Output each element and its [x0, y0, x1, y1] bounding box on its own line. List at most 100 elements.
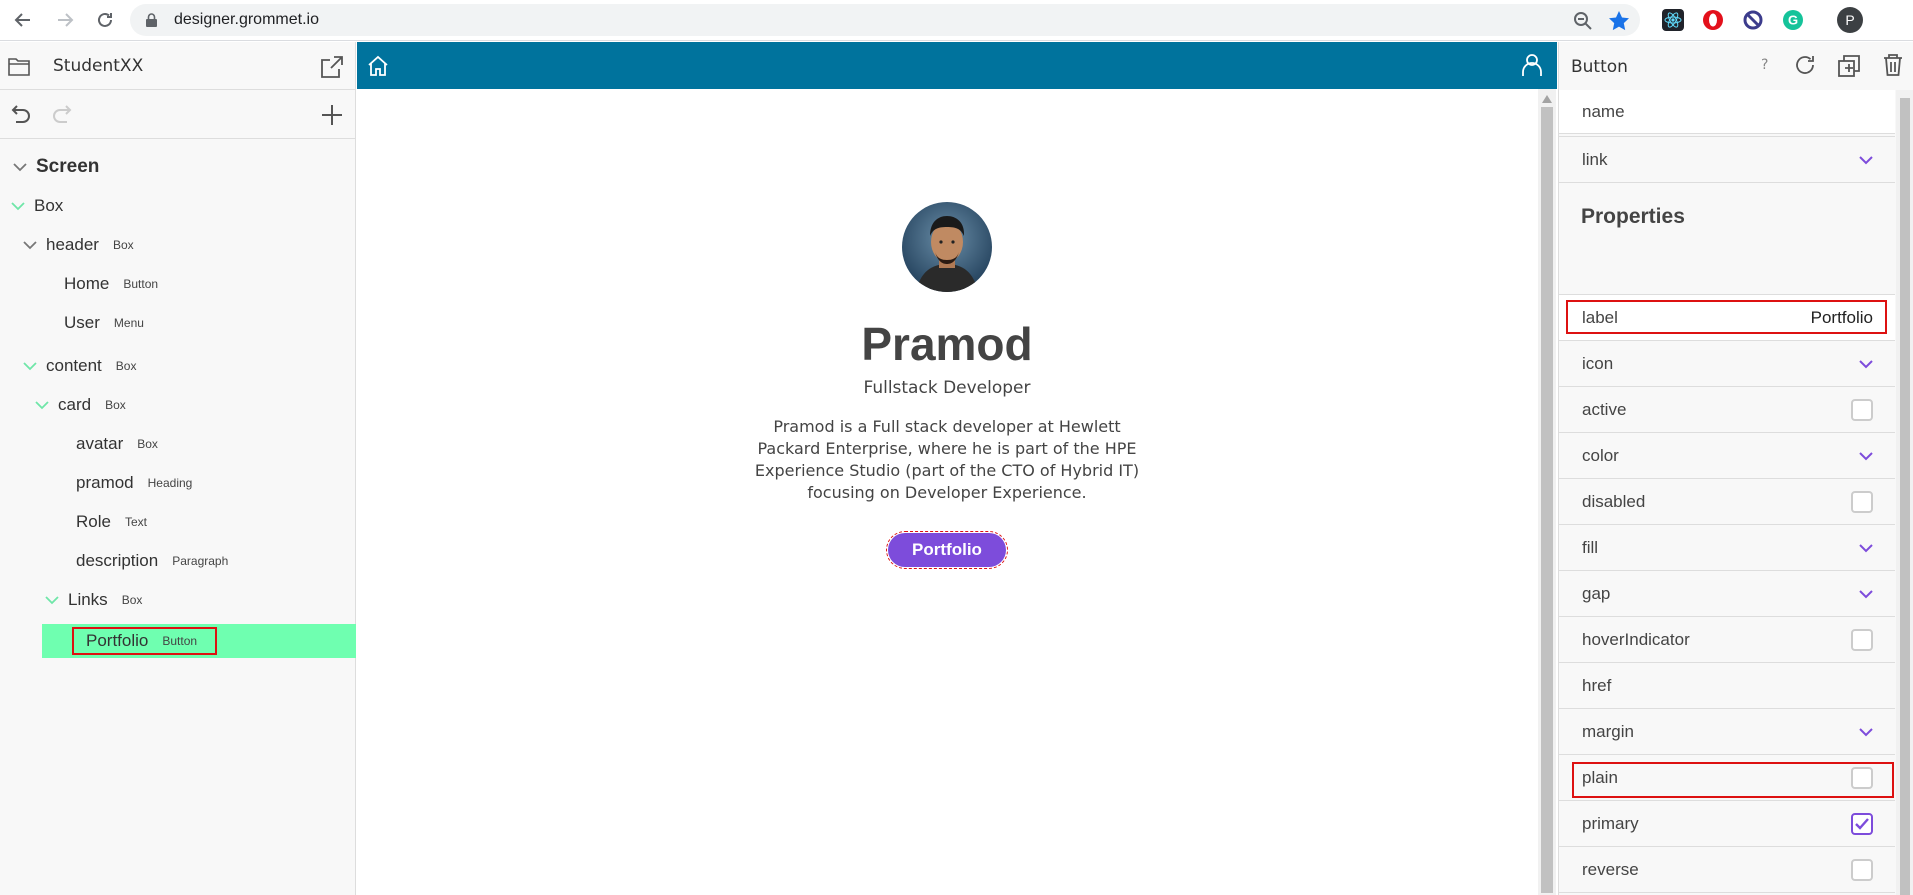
properties-scrollbar[interactable]	[1896, 90, 1913, 895]
help-icon[interactable]: ?	[1761, 57, 1768, 73]
profile-avatar[interactable]: P	[1837, 7, 1863, 33]
folder-icon[interactable]	[8, 56, 30, 76]
prop-row-primary[interactable]: primary	[1559, 800, 1895, 846]
home-icon[interactable]	[367, 55, 389, 77]
hoverindicator-checkbox[interactable]	[1851, 628, 1873, 651]
chevron-down-icon[interactable]	[1859, 451, 1873, 461]
prop-label: gap	[1582, 583, 1611, 603]
prop-row-hoverindicator[interactable]: hoverIndicator	[1559, 616, 1895, 662]
tree-item-role[interactable]: Role Text	[76, 508, 147, 536]
scrollbar-thumb[interactable]	[1541, 107, 1553, 893]
chevron-down-icon[interactable]	[20, 235, 40, 255]
tree-item-card[interactable]: card Box	[32, 391, 126, 419]
svg-text:G: G	[1788, 13, 1798, 28]
lock-icon	[146, 13, 157, 27]
duplicate-icon[interactable]	[1837, 54, 1861, 78]
tree-item-type: Box	[105, 398, 126, 412]
tree-item-content[interactable]: content Box	[20, 352, 136, 380]
prop-row-reverse[interactable]: reverse	[1559, 846, 1895, 892]
chevron-down-icon[interactable]	[42, 590, 62, 610]
address-bar[interactable]: designer.grommet.io	[130, 4, 1640, 36]
tree-item-label: User	[64, 313, 100, 332]
zoom-icon[interactable]	[1572, 10, 1594, 32]
portfolio-button[interactable]: Portfolio	[886, 531, 1008, 569]
chevron-down-icon[interactable]	[1859, 155, 1873, 165]
tree-item-home[interactable]: Home Button	[64, 270, 158, 298]
name-field[interactable]: name	[1559, 90, 1895, 134]
tree-item-label: avatar	[76, 434, 124, 453]
prop-row-fill[interactable]: fill	[1559, 524, 1895, 570]
annotation-highlight-box	[1566, 300, 1887, 334]
prop-row-margin[interactable]: margin	[1559, 708, 1895, 754]
annotation-highlight-box	[72, 627, 217, 655]
undo-icon[interactable]	[9, 105, 31, 125]
chevron-down-icon[interactable]	[20, 356, 40, 376]
active-checkbox[interactable]	[1851, 398, 1873, 421]
chevron-down-icon[interactable]	[8, 196, 28, 216]
component-type-title: Button	[1571, 57, 1628, 77]
role-text[interactable]: Fullstack Developer	[747, 378, 1147, 398]
tree-item-description[interactable]: description Paragraph	[76, 547, 228, 575]
link-field[interactable]: link	[1559, 136, 1895, 182]
tree-item-box[interactable]: Box	[8, 192, 63, 220]
design-canvas: Pramod Fullstack Developer Pramod is a F…	[357, 42, 1557, 895]
tree-item-links[interactable]: Links Box	[42, 586, 142, 614]
prop-label: icon	[1582, 353, 1614, 373]
tree-item-label: content	[46, 356, 102, 375]
properties-panel: Button ? name link Properties label Port…	[1558, 42, 1913, 895]
tree-item-type: Paragraph	[172, 554, 229, 568]
block-icon[interactable]	[1742, 9, 1764, 31]
reload-icon[interactable]	[92, 7, 118, 33]
tree-item-label: description	[76, 551, 159, 570]
add-icon[interactable]	[320, 103, 344, 127]
prop-row-active[interactable]: active	[1559, 386, 1895, 432]
tree-item-pramod[interactable]: pramod Heading	[76, 469, 192, 497]
tree-item-avatar[interactable]: avatar Box	[76, 430, 158, 458]
grammarly-icon[interactable]: G	[1782, 9, 1804, 31]
tree-item-label: Role	[76, 512, 111, 531]
tree-item-type: Box	[121, 593, 143, 607]
tree-item-label: header	[46, 235, 99, 254]
redo-icon[interactable]	[52, 105, 74, 125]
opera-icon[interactable]	[1702, 9, 1724, 31]
react-devtools-icon[interactable]	[1662, 9, 1684, 31]
tree-item-label: Home	[64, 274, 110, 293]
project-title[interactable]: StudentXX	[53, 56, 143, 76]
tree-item-label: pramod	[76, 473, 134, 492]
primary-checkbox[interactable]	[1851, 812, 1873, 835]
prop-row-icon[interactable]: icon	[1559, 340, 1895, 386]
chevron-down-icon[interactable]	[1859, 359, 1873, 369]
profile-heading[interactable]: Pramod	[747, 317, 1147, 371]
prop-row-gap[interactable]: gap	[1559, 570, 1895, 616]
chevron-down-icon[interactable]	[32, 395, 52, 415]
tree-item-screen[interactable]: Screen	[10, 153, 99, 181]
chevron-down-icon[interactable]	[1859, 727, 1873, 737]
annotation-highlight-box	[1572, 762, 1894, 798]
prop-row-disabled[interactable]: disabled	[1559, 478, 1895, 524]
prop-row-href[interactable]: href	[1559, 662, 1895, 708]
tree-item-type: Text	[124, 515, 147, 529]
canvas-scrollbar[interactable]	[1538, 89, 1556, 895]
prop-label: primary	[1582, 813, 1639, 833]
tree-item-user[interactable]: User Menu	[64, 309, 144, 337]
scrollbar-thumb[interactable]	[1900, 98, 1910, 895]
tree-item-header[interactable]: header Box	[20, 231, 134, 259]
refresh-icon[interactable]	[1794, 54, 1816, 76]
prop-row-color[interactable]: color	[1559, 432, 1895, 478]
description-paragraph[interactable]: Pramod is a Full stack developer at Hewl…	[747, 416, 1147, 504]
chevron-down-icon[interactable]	[1859, 589, 1873, 599]
share-icon[interactable]	[320, 55, 344, 79]
chevron-down-icon[interactable]	[10, 157, 30, 177]
star-icon[interactable]	[1608, 10, 1630, 32]
tree-item-type: Menu	[113, 316, 144, 330]
scroll-up-icon[interactable]	[1542, 95, 1552, 103]
user-icon[interactable]	[1521, 53, 1543, 77]
forward-icon[interactable]	[52, 7, 78, 33]
prop-label: hoverIndicator	[1582, 629, 1690, 649]
reverse-checkbox[interactable]	[1851, 858, 1873, 881]
canvas-header-bar	[357, 42, 1557, 89]
back-icon[interactable]	[10, 7, 36, 33]
trash-icon[interactable]	[1882, 53, 1904, 77]
disabled-checkbox[interactable]	[1851, 490, 1873, 513]
chevron-down-icon[interactable]	[1859, 543, 1873, 553]
